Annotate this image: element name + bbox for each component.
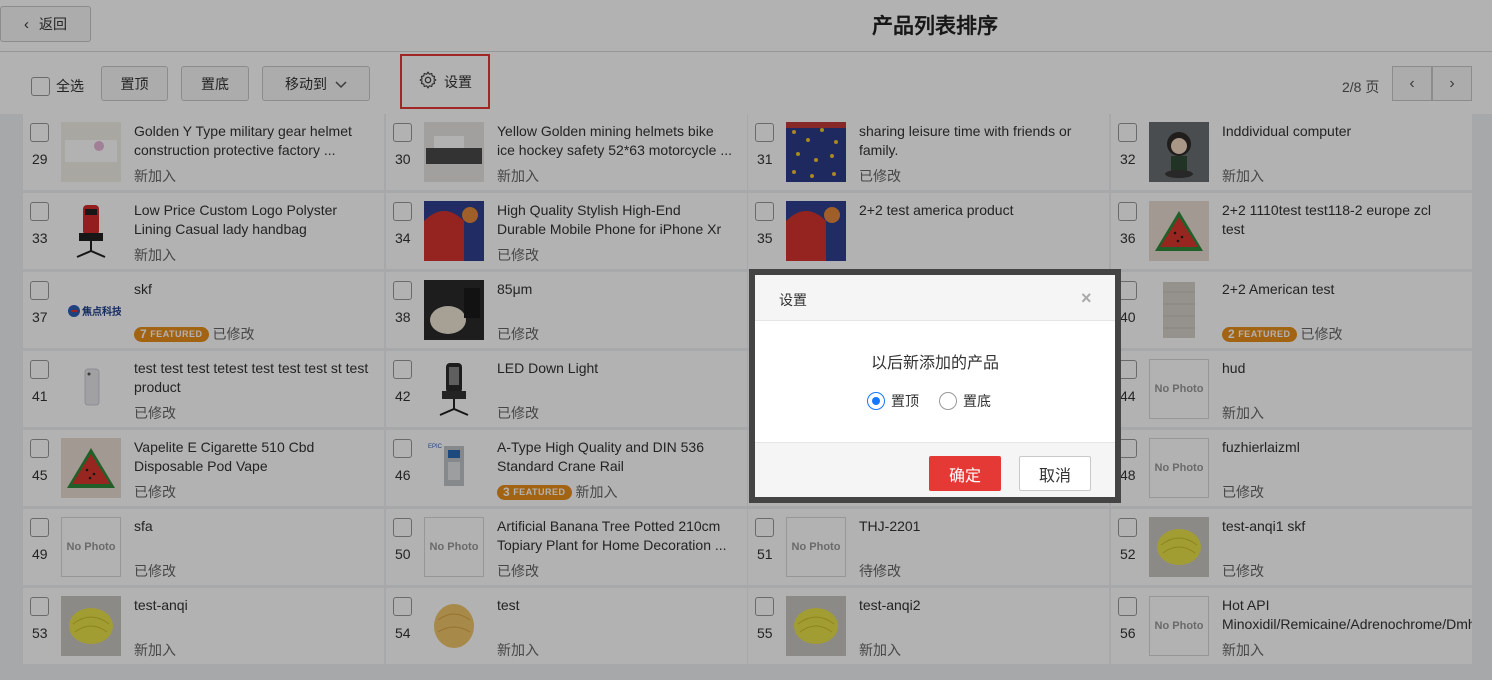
radio-top-label[interactable]: 置顶 <box>891 391 919 411</box>
modal-overlay <box>0 0 1492 680</box>
modal-header: 设置 × <box>755 275 1115 321</box>
cancel-button[interactable]: 取消 <box>1019 456 1091 491</box>
settings-modal: 设置 × 以后新添加的产品 置顶 置底 确定 取消 <box>755 275 1115 497</box>
confirm-button[interactable]: 确定 <box>929 456 1001 491</box>
radio-bottom-label[interactable]: 置底 <box>963 391 991 411</box>
close-icon[interactable]: × <box>1081 288 1092 309</box>
modal-message: 以后新添加的产品 <box>870 355 999 372</box>
radio-bottom[interactable] <box>939 392 957 410</box>
radio-top[interactable] <box>867 392 885 410</box>
modal-title: 设置 <box>779 292 807 308</box>
modal-footer: 确定 取消 <box>755 442 1115 497</box>
position-options: 置顶 置底 <box>867 391 991 411</box>
